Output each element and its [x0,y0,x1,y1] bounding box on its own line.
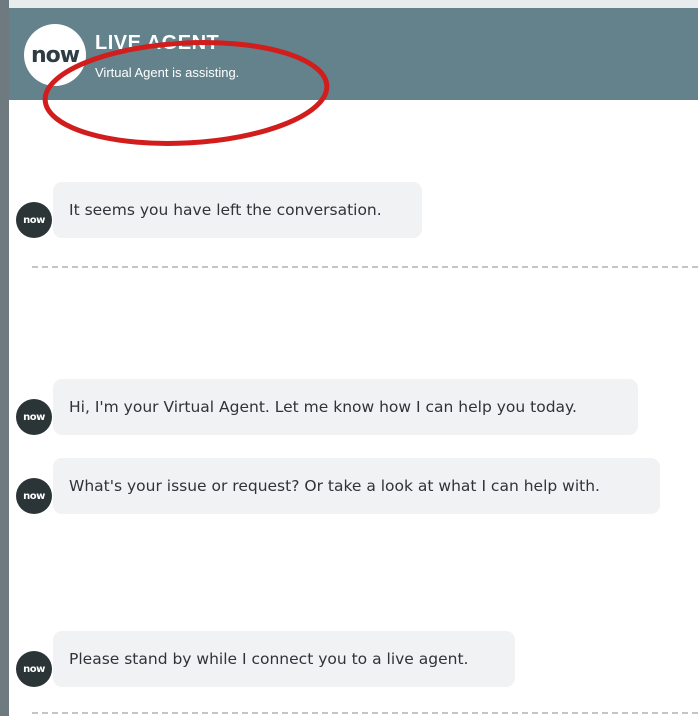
conversation-divider [32,266,698,268]
message-bubble: What's your issue or request? Or take a … [53,458,660,514]
message-bubble: Hi, I'm your Virtual Agent. Let me know … [53,379,638,435]
conversation-divider [32,712,698,714]
agent-avatar-icon: now [16,399,52,435]
agent-avatar-icon: now [16,202,52,238]
header-subtitle: Virtual Agent is assisting. [95,65,240,80]
header-title: LIVE AGENT [95,32,220,54]
agent-avatar-icon: now [16,651,52,687]
message-bubble: It seems you have left the conversation. [53,182,422,238]
left-window-border [0,0,9,716]
message-bubble: Please stand by while I connect you to a… [53,631,515,687]
agent-avatar-icon: now [16,478,52,514]
window-top-edge [0,0,698,8]
now-logo: now [24,24,86,86]
chat-window: now LIVE AGENT Virtual Agent is assistin… [0,0,698,716]
chat-header: now LIVE AGENT Virtual Agent is assistin… [9,8,698,100]
